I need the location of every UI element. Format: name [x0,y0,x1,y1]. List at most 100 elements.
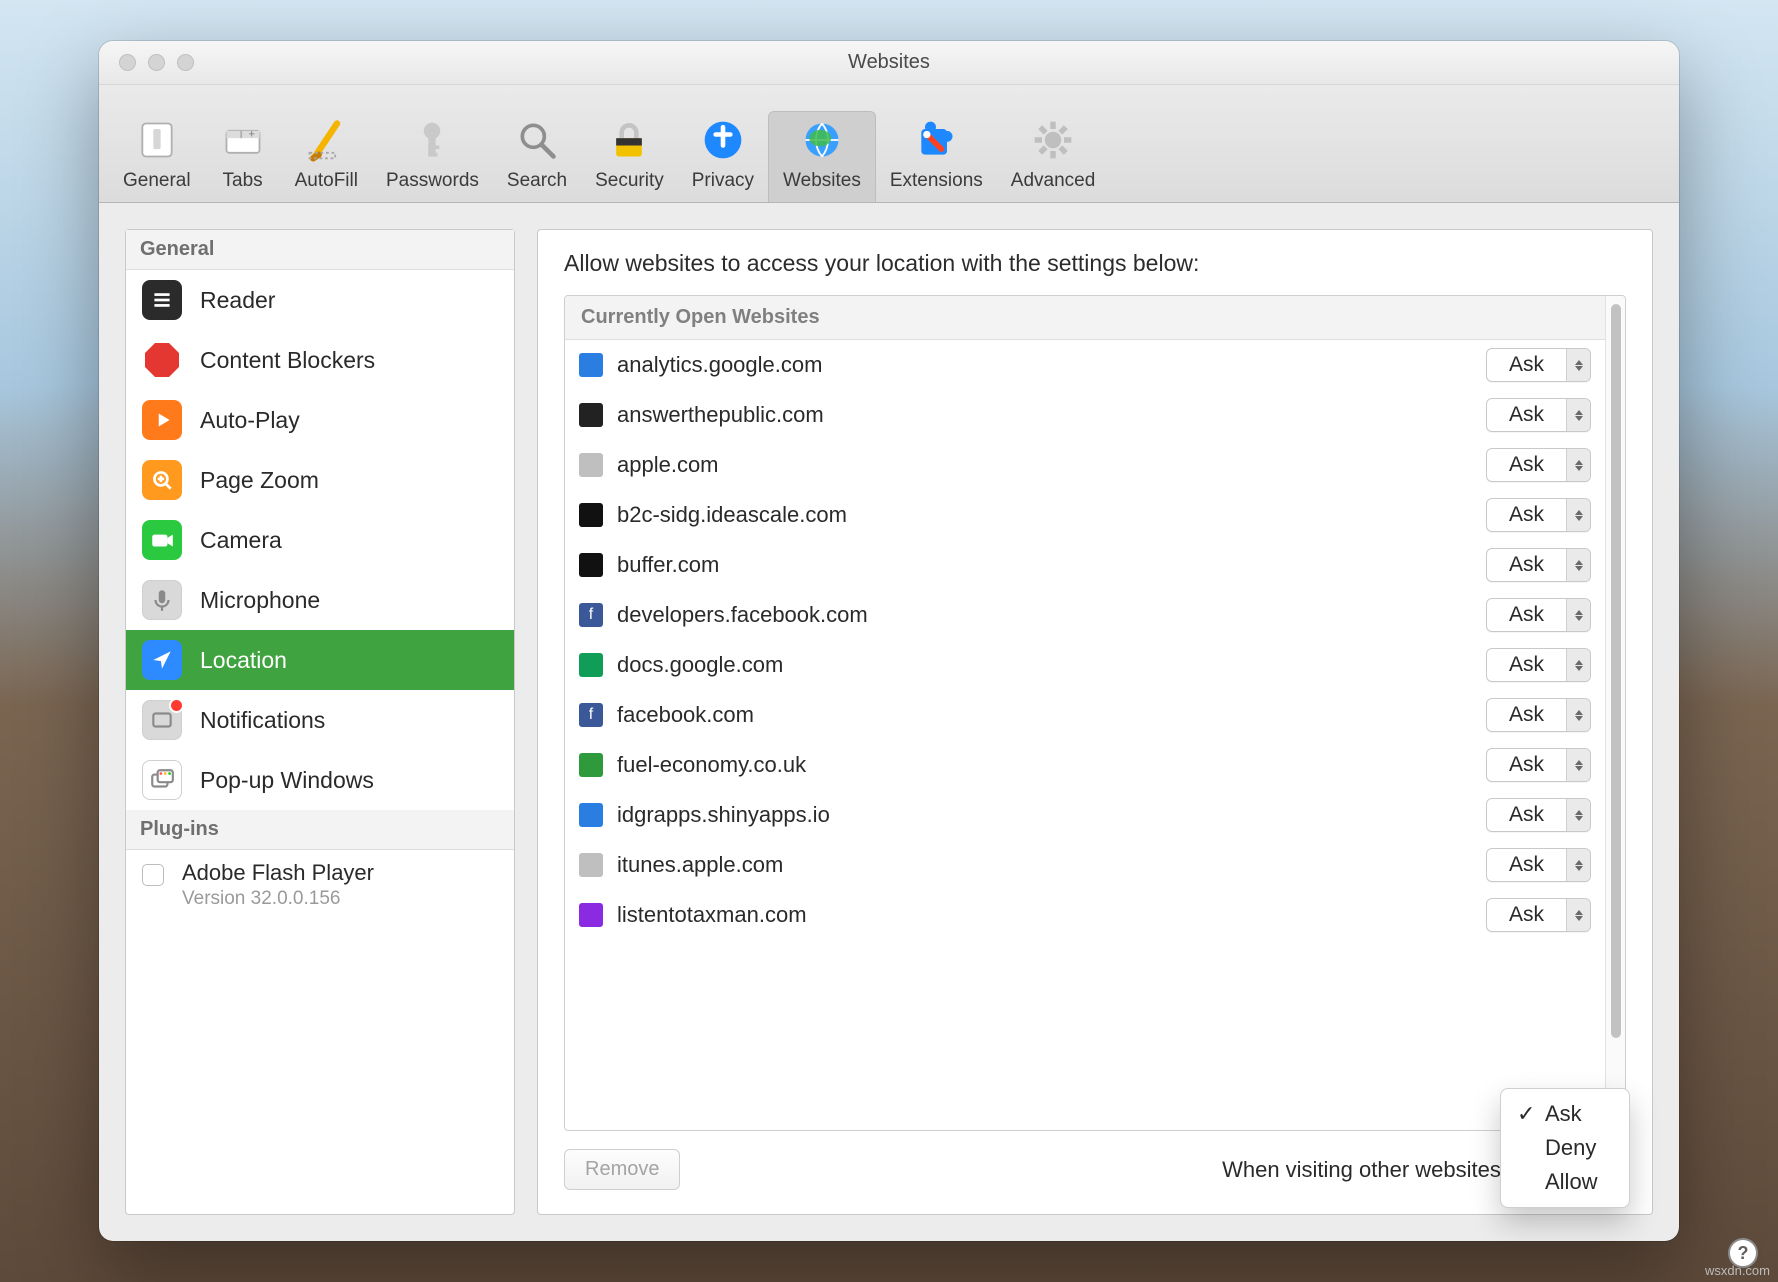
tab-websites[interactable]: Websites [768,111,876,202]
favicon [579,453,603,477]
website-domain: idgrapps.shinyapps.io [617,802,1472,828]
camera-icon [142,520,182,560]
permission-dropdown[interactable]: Ask [1486,648,1591,682]
permission-dropdown[interactable]: Ask [1486,598,1591,632]
sidebar-item-label: Camera [200,527,282,554]
website-domain: docs.google.com [617,652,1472,678]
passwords-icon [408,116,456,164]
panel-heading: Allow websites to access your location w… [564,250,1626,277]
tab-advanced[interactable]: Advanced [997,112,1110,202]
website-row[interactable]: fdevelopers.facebook.comAsk [565,590,1605,640]
sidebar-item-content-blockers[interactable]: Content Blockers [126,330,514,390]
sidebar-item-location[interactable]: Location [126,630,514,690]
website-row[interactable]: analytics.google.comAsk [565,340,1605,390]
website-row[interactable]: f facebook.com Ask [565,690,1605,740]
website-row[interactable]: buffer.comAsk [565,540,1605,590]
website-row[interactable]: itunes.apple.comAsk [565,840,1605,890]
plugin-enable-checkbox[interactable] [142,864,164,886]
tab-tabs[interactable]: +Tabs [205,112,281,202]
website-row[interactable]: answerthepublic.comAsk [565,390,1605,440]
permission-dropdown[interactable]: Ask [1486,398,1591,432]
location-icon [142,640,182,680]
website-row[interactable]: idgrapps.shinyapps.io Ask [565,790,1605,840]
sidebar-item-label: Pop-up Windows [200,767,374,794]
permission-value: Ask [1487,649,1566,681]
website-row[interactable]: docs.google.com Ask [565,640,1605,690]
sidebar: General Reader Content Blockers Auto-Play P… [125,229,515,1215]
permission-value: Ask [1487,399,1566,431]
tab-passwords[interactable]: Passwords [372,112,493,202]
favicon: f [579,703,603,727]
page-zoom-icon [142,460,182,500]
permission-dropdown[interactable]: Ask [1486,698,1591,732]
tab-label: AutoFill [295,170,358,192]
sidebar-item-reader[interactable]: Reader [126,270,514,330]
permission-value: Ask [1487,799,1566,831]
favicon [579,903,603,927]
tab-general[interactable]: General [109,112,205,202]
sidebar-item-label: Page Zoom [200,467,319,494]
security-icon [605,116,653,164]
website-row[interactable]: b2c-sidg.ideascale.comAsk [565,490,1605,540]
tab-autofill[interactable]: AutoFill [281,112,372,202]
other-websites-label: When visiting other websites: [1222,1157,1507,1183]
popup-option-label: Deny [1545,1135,1596,1161]
permission-dropdown[interactable]: Ask [1486,848,1591,882]
tab-extensions[interactable]: Extensions [876,112,997,202]
tab-security[interactable]: Security [581,112,678,202]
tab-label: Privacy [692,170,754,192]
sidebar-item-label: Location [200,647,287,674]
sidebar-item-auto-play[interactable]: Auto-Play [126,390,514,450]
website-domain: fuel-economy.co.uk [617,752,1472,778]
auto-play-icon [142,400,182,440]
website-row[interactable]: fuel-economy.co.uk Ask [565,740,1605,790]
popup-option-deny[interactable]: Deny [1501,1131,1629,1165]
favicon [579,853,603,877]
permission-dropdown[interactable]: Ask [1486,898,1591,932]
privacy-icon [699,116,747,164]
website-row[interactable]: apple.comAsk [565,440,1605,490]
sidebar-item-microphone[interactable]: Microphone [126,570,514,630]
chevron-updown-icon [1566,799,1590,831]
permission-dropdown[interactable]: Ask [1486,548,1591,582]
chevron-updown-icon [1566,649,1590,681]
permission-dropdown[interactable]: Ask [1486,498,1591,532]
tab-label: Extensions [890,170,983,192]
svg-text:+: + [248,128,254,140]
plugin-name: Adobe Flash Player [182,860,374,886]
sidebar-item-page-zoom[interactable]: Page Zoom [126,450,514,510]
general-icon [133,116,181,164]
sidebar-item-notifications[interactable]: Notifications [126,690,514,750]
sidebar-section-general: General [126,230,514,270]
other-websites-popup: ✓Ask Deny Allow [1500,1088,1630,1208]
favicon [579,553,603,577]
tab-label: Search [507,170,567,192]
tab-label: Advanced [1011,170,1096,192]
sidebar-section-plugins: Plug-ins [126,810,514,850]
popup-option-allow[interactable]: Allow [1501,1165,1629,1199]
sidebar-item-label: Reader [200,287,275,314]
website-domain: facebook.com [617,702,1472,728]
sidebar-item-popups[interactable]: Pop-up Windows [126,750,514,810]
permission-dropdown[interactable]: Ask [1486,748,1591,782]
website-row[interactable]: listentotaxman.comAsk [565,890,1605,940]
chevron-updown-icon [1566,499,1590,531]
tab-search[interactable]: Search [493,112,581,202]
sidebar-item-label: Notifications [200,707,325,734]
vertical-scrollbar[interactable] [1605,296,1625,1130]
tab-privacy[interactable]: Privacy [678,112,768,202]
chevron-updown-icon [1566,699,1590,731]
permission-dropdown[interactable]: Ask [1486,798,1591,832]
permission-dropdown[interactable]: Ask [1486,348,1591,382]
popup-option-ask[interactable]: ✓Ask [1501,1097,1629,1131]
extensions-icon [912,116,960,164]
sidebar-item-label: Auto-Play [200,407,300,434]
chevron-updown-icon [1566,599,1590,631]
checkmark-icon: ✓ [1517,1101,1535,1127]
permission-dropdown[interactable]: Ask [1486,448,1591,482]
remove-button[interactable]: Remove [564,1149,680,1190]
list-header: Currently Open Websites [565,296,1605,340]
sidebar-item-camera[interactable]: Camera [126,510,514,570]
website-domain: developers.facebook.com [617,602,1472,628]
microphone-icon [142,580,182,620]
